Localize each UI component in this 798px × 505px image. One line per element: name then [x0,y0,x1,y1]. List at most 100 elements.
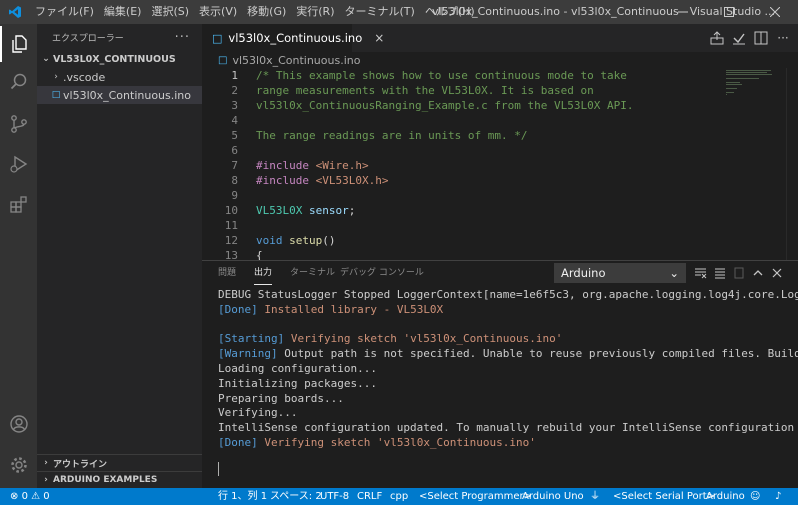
menu-item[interactable]: 移動(G) [242,0,291,24]
problems-status[interactable]: ⊗ 0 ⚠ 0 [10,488,50,505]
tab-close-icon[interactable]: × [374,31,384,45]
minimap[interactable] [724,68,784,128]
encoding[interactable]: UTF-8 [320,488,349,505]
vscode-logo-icon [0,0,30,24]
output-text: Loading configuration... [218,361,377,375]
menu-item[interactable]: ターミナル(T) [340,0,420,24]
menu-item[interactable]: 表示(V) [194,0,242,24]
breadcrumb: □ vl53l0x_Continuous.ino [202,52,798,68]
notifications-bell-icon[interactable]: ♪ [775,488,781,505]
select-programmer[interactable]: <Select Programmer> [419,488,532,505]
close-icon[interactable] [752,0,798,24]
more-actions-icon[interactable]: ··· [175,30,190,45]
panel-tab[interactable]: 問題 [218,261,236,285]
end-of-line[interactable]: CRLF [357,488,382,505]
plug-icon[interactable]: ⏚ [590,488,600,505]
menu-item[interactable]: 実行(R) [291,0,339,24]
minimize-icon[interactable] [660,0,706,24]
panel-actions [692,261,785,285]
output-line: [Starting] Verifying sketch 'vl53l0x_Con… [218,332,798,347]
tree-item-ino-file[interactable]: □ vl53l0x_Continuous.ino [37,86,202,104]
output-log[interactable]: DEBUG StatusLogger Stopped LoggerContext… [218,288,798,483]
output-line: [Done] Verifying sketch 'vl53l0x_Continu… [218,436,798,451]
menu-item[interactable]: ファイル(F) [30,0,99,24]
split-editor-icon[interactable] [752,29,770,47]
close-panel-icon[interactable] [768,264,785,282]
chevron-down-icon: ⌄ [42,54,50,64]
tree-item-vscode[interactable]: › .vscode [37,68,202,86]
outline-label: アウトライン [53,459,108,470]
code-line: 7 #include <Wire.h> [202,158,368,173]
panel-tab[interactable]: ターミナル [290,261,335,285]
code-token: The range readings are in units of mm. *… [256,129,528,142]
text-cursor [218,462,219,476]
chevron-right-icon: › [44,458,48,468]
indent-spaces[interactable]: スペース: 2 [270,488,322,505]
line-number: 3 [231,99,238,112]
folder-root[interactable]: ⌄ VL53L0X_CONTINUOUS [37,50,202,68]
run-debug-icon[interactable] [0,146,37,182]
minimap-line [726,92,734,93]
output-text: IntelliSense configuration updated. To m… [218,421,798,435]
code-line: 6 [202,143,256,158]
editor-scrollbar[interactable] [786,68,798,260]
sidebar-header: エクスプローラー ··· [37,24,202,50]
output-line: IntelliSense configuration updated. To m… [218,421,798,436]
search-icon[interactable] [0,64,37,100]
language-mode[interactable]: cpp [390,488,408,505]
arduino-examples-section[interactable]: › ARDUINO EXAMPLES [37,471,202,488]
code-token: () [322,234,336,247]
output-text: [Done] [218,302,258,316]
folder-root-label: VL53L0X_CONTINUOUS [53,53,176,65]
breadcrumb-file[interactable]: vl53l0x_Continuous.ino [232,54,360,67]
output-line: DEBUG StatusLogger Stopped LoggerContext… [218,288,798,303]
feedback-icon[interactable]: ☺ [750,488,760,505]
maximize-panel-icon[interactable] [749,264,766,282]
more-actions-icon[interactable]: ··· [774,29,792,47]
code-token: ; [348,204,356,217]
output-text: [Starting] [218,332,285,346]
select-board[interactable]: Arduino Uno [522,488,584,505]
output-text: Verifying... [218,406,298,420]
extensions-icon[interactable] [0,186,37,222]
code-text: The range readings are in units of mm. *… [238,128,528,143]
output-text: Initializing packages... [218,376,377,390]
line-number: 9 [231,189,238,202]
chevron-down-icon: ⌄ [669,266,679,280]
cursor-position[interactable]: 行 1、列 1 [218,488,267,505]
file-icon: □ [218,54,228,66]
menu-item[interactable]: 選択(S) [146,0,194,24]
code-editor[interactable]: 1 /* This example shows how to use contin… [202,68,798,260]
output-channel-select[interactable]: Arduino ⌄ [554,263,686,283]
clear-output-icon[interactable] [692,264,709,282]
output-text: Verifying sketch 'vl53l0x_Continuous.ino… [257,435,536,449]
menu-item[interactable]: 編集(E) [99,0,147,24]
lock-scroll-icon[interactable] [711,264,728,282]
explorer-icon[interactable] [0,26,37,62]
upload-icon[interactable] [708,29,726,47]
error-count: 0 [21,491,28,502]
code-line: 1 /* This example shows how to use contin… [202,68,627,83]
panel-tab[interactable]: デバッグ コンソール [340,261,424,285]
arduino-mode[interactable]: Arduino [706,488,745,505]
verify-icon[interactable] [730,29,748,47]
manage-gear-icon[interactable] [0,447,37,483]
code-line: 13 { [202,248,263,260]
account-icon[interactable] [0,406,37,442]
maximize-icon[interactable] [706,0,752,24]
output-text: Preparing boards... [218,391,344,405]
source-control-icon[interactable] [0,106,37,142]
tab-vl53l0x-continuous[interactable]: □ vl53l0x_Continuous.ino × [202,24,384,52]
outline-section[interactable]: › アウトライン [37,454,202,471]
output-panel: 問題 出力 ターミナル デバッグ コンソール Arduino ⌄ DEBUG Stat… [202,260,798,488]
line-number: 12 [224,234,238,247]
minimap-line [726,94,727,95]
select-serial-port[interactable]: <Select Serial Port> [613,488,715,505]
error-icon: ⊗ [10,491,19,502]
file-icon: □ [212,31,223,45]
window-controls [660,0,798,24]
panel-tab[interactable]: 出力 [254,261,273,285]
